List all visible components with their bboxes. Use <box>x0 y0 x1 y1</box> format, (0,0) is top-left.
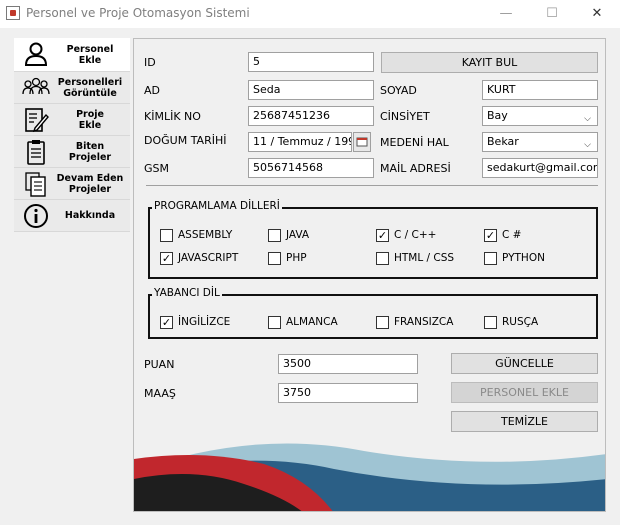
checkbox-label: C / C++ <box>394 229 437 241</box>
kayit-bul-button[interactable]: KAYIT BUL <box>381 52 598 73</box>
soyad-field[interactable]: KURT <box>482 80 598 100</box>
clipboard-icon <box>27 140 45 165</box>
medeni-hal-select[interactable]: Bekar ⌵ <box>482 132 598 152</box>
foreign-languages-group: YABANCI DİL ✓ İNGİLİZCE ALMANCA FRANSIZC… <box>148 287 598 339</box>
sidebar: Personel Ekle Personelleri Görüntüle Pro… <box>14 38 130 232</box>
chevron-down-icon: ⌵ <box>584 114 591 124</box>
checkbox-label: C # <box>502 229 522 241</box>
info-icon <box>24 204 48 228</box>
checkbox-label: PHP <box>286 252 307 264</box>
checkbox-box <box>484 316 497 329</box>
id-field[interactable]: 5 <box>248 52 374 72</box>
dogum-tarihi-field[interactable]: 11 / Temmuz / 1990 <box>248 132 352 152</box>
checkbox-label: İNGİLİZCE <box>178 316 231 328</box>
sidebar-item-label: Personelleri Görüntüle <box>57 76 123 99</box>
checkbox-label: RUSÇA <box>502 316 539 328</box>
minimize-button[interactable]: — <box>483 0 529 28</box>
sidebar-item-label: Hakkında <box>64 210 116 221</box>
checkbox-label: PYTHON <box>502 252 545 264</box>
checkbox-label: FRANSIZCA <box>394 316 454 328</box>
check-icon: ✓ <box>160 316 173 329</box>
checkbox-label: ASSEMBLY <box>178 229 233 241</box>
puan-label: PUAN <box>144 358 175 371</box>
maximize-button[interactable]: ☐ <box>529 0 575 28</box>
checkbox-label: ALMANCA <box>286 316 338 328</box>
maas-label: MAAŞ <box>144 387 176 400</box>
ad-field[interactable]: Seda <box>248 80 374 100</box>
calendar-button[interactable] <box>353 132 371 152</box>
sidebar-item-label: Proje Ekle <box>76 108 104 131</box>
checkbox-box <box>268 316 281 329</box>
mail-field[interactable]: sedakurt@gmail.com <box>482 158 598 178</box>
cinsiyet-label: CİNSİYET <box>380 110 430 123</box>
sidebar-item-label: Biten Projeler <box>68 140 112 163</box>
check-icon: ✓ <box>484 229 497 242</box>
sidebar-item-label: Personel Ekle <box>66 43 114 66</box>
sidebar-item-personel-ekle[interactable]: Personel Ekle <box>14 38 130 72</box>
gsm-label: GSM <box>144 162 169 175</box>
mail-label: MAİL ADRESİ <box>380 162 451 175</box>
checkbox-label: HTML / CSS <box>394 252 455 264</box>
checkbox-label: JAVASCRIPT <box>178 252 239 264</box>
soyad-label: SOYAD <box>380 84 417 97</box>
divider <box>146 185 598 186</box>
sidebar-item-biten-projeler[interactable]: Biten Projeler <box>14 136 130 168</box>
checkbox-box <box>484 252 497 265</box>
kimlik-field[interactable]: 25687451236 <box>248 106 374 126</box>
sidebar-item-hakkinda[interactable]: Hakkında <box>14 200 130 232</box>
close-button[interactable]: ✕ <box>574 0 620 28</box>
personel-ekle-button[interactable]: PERSONEL EKLE <box>451 382 598 403</box>
documents-icon <box>25 172 46 197</box>
ad-label: AD <box>144 84 160 97</box>
group-title: YABANCI DİL <box>152 287 222 299</box>
medeni-hal-value: Bekar <box>487 135 519 148</box>
gsm-field[interactable]: 5056714568 <box>248 158 374 178</box>
sidebar-item-devam-eden-projeler[interactable]: Devam Eden Projeler <box>14 168 130 200</box>
sidebar-item-label: Devam Eden Projeler <box>56 172 124 195</box>
temizle-button[interactable]: TEMİZLE <box>451 411 598 432</box>
checkbox-box <box>376 252 389 265</box>
checkbox-box <box>376 316 389 329</box>
programming-languages-group: PROGRAMLAMA DİLLERİ ASSEMBLY JAVA ✓ C / … <box>148 200 598 279</box>
person-icon <box>24 42 48 66</box>
guncelle-button[interactable]: GÜNCELLE <box>451 353 598 374</box>
sidebar-item-proje-ekle[interactable]: Proje Ekle <box>14 104 130 136</box>
title-bar: Personel ve Proje Otomasyon Sistemi — ☐ … <box>0 0 620 28</box>
sidebar-item-personelleri-goruntule[interactable]: Personelleri Görüntüle <box>14 72 130 104</box>
kimlik-label: KİMLİK NO <box>144 110 201 123</box>
checkbox-box <box>160 229 173 242</box>
window-title: Personel ve Proje Otomasyon Sistemi <box>26 6 250 20</box>
checkbox-label: JAVA <box>286 229 310 241</box>
java-app-icon <box>6 6 20 20</box>
check-icon: ✓ <box>160 252 173 265</box>
maas-field[interactable]: 3750 <box>278 383 418 403</box>
edit-document-icon <box>25 108 49 133</box>
group-title: PROGRAMLAMA DİLLERİ <box>152 200 282 212</box>
checkbox-box <box>268 252 281 265</box>
puan-field[interactable]: 3500 <box>278 354 418 374</box>
cinsiyet-select[interactable]: Bay ⌵ <box>482 106 598 126</box>
dogum-label: DOĞUM TARİHİ <box>144 134 227 147</box>
check-icon: ✓ <box>376 229 389 242</box>
id-label: ID <box>144 56 156 69</box>
chevron-down-icon: ⌵ <box>584 140 591 150</box>
medeni-hal-label: MEDENİ HAL <box>380 136 449 149</box>
calendar-icon <box>356 137 368 147</box>
group-icon <box>22 77 50 95</box>
checkbox-box <box>268 229 281 242</box>
cinsiyet-value: Bay <box>487 109 508 122</box>
